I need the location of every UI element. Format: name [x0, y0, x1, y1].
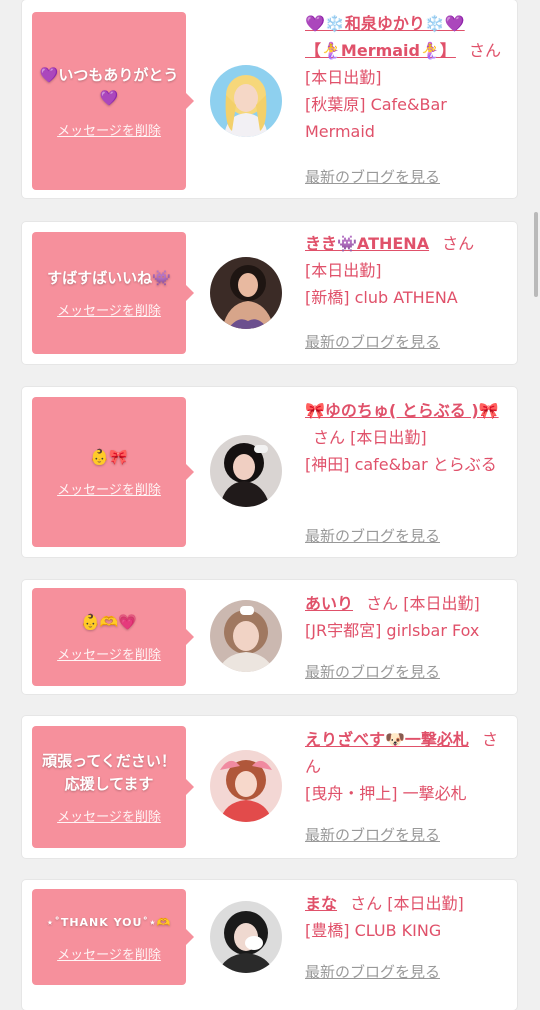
shop-name: [神田] cafe&bar とらぶる	[305, 455, 497, 474]
avatar[interactable]	[210, 435, 282, 507]
delete-message-button[interactable]: メッセージを削除	[57, 300, 161, 319]
list-item: すばすばいいね👾 メッセージを削除 きき👾ATHENA さん [本日出勤] [新…	[22, 222, 517, 364]
shop-name: [曳舟・押上] 一撃必札	[305, 784, 467, 803]
message-bubble: すばすばいいね👾 メッセージを削除	[32, 232, 194, 354]
list-item: 頑張ってください！応援してます メッセージを削除 えりざべす🐶一撃必札 さん […	[22, 716, 517, 858]
cast-name-link[interactable]: 🎀ゆのちゅ( とらぶる )🎀	[305, 401, 499, 420]
list-item: 💜いつもありがとう💜 メッセージを削除 💜❄️和泉ゆかり❄️💜【🧜‍♀️Merm…	[22, 0, 517, 198]
blog-link[interactable]: 最新のブログを見る	[305, 961, 440, 982]
work-status: [本日出勤]	[305, 68, 382, 87]
list-item: 👶🎀 メッセージを削除 🎀ゆのちゅ( とらぶる )🎀 さん [本日出勤] [神田…	[22, 387, 517, 557]
blog-link[interactable]: 最新のブログを見る	[305, 166, 440, 187]
blog-link[interactable]: 最新のブログを見る	[305, 331, 440, 352]
cast-name-link[interactable]: えりざべす🐶一撃必札	[305, 730, 469, 749]
avatar[interactable]	[210, 901, 282, 973]
honorific: さん	[313, 428, 346, 447]
delete-message-button[interactable]: メッセージを削除	[57, 644, 161, 663]
avatar[interactable]	[210, 257, 282, 329]
message-text: 💜いつもありがとう💜	[39, 65, 179, 107]
avatar-photo-icon	[210, 65, 282, 137]
delete-message-button[interactable]: メッセージを削除	[57, 479, 161, 498]
avatar[interactable]	[210, 600, 282, 672]
message-text: ⋆˚THANK YOU˚⋆🫶	[46, 916, 172, 929]
avatar-photo-icon	[210, 750, 282, 822]
cast-name-link[interactable]: きき👾ATHENA	[305, 234, 429, 253]
list-item: ⋆˚THANK YOU˚⋆🫶 メッセージを削除 まな さん [本日出勤] [豊橋…	[22, 880, 517, 1010]
message-text: 頑張ってください！応援してます	[42, 751, 176, 793]
avatar-photo-icon	[210, 257, 282, 329]
cast-name-link[interactable]: 💜❄️和泉ゆかり❄️💜【🧜‍♀️Mermaid🧜‍♀️】	[305, 14, 465, 60]
cast-name-link[interactable]: まな	[305, 894, 337, 913]
message-bubble: 💜いつもありがとう💜 メッセージを削除	[32, 12, 194, 190]
avatar[interactable]	[210, 750, 282, 822]
honorific: さん	[350, 894, 383, 913]
shop-name: [豊橋] CLUB KING	[305, 921, 442, 940]
avatar[interactable]	[210, 65, 282, 137]
cast-info: えりざべす🐶一撃必札 さん [曳舟・押上] 一撃必札	[305, 726, 505, 807]
cast-info: 🎀ゆのちゅ( とらぶる )🎀 さん [本日出勤] [神田] cafe&bar と…	[305, 397, 505, 478]
work-status: [本日出勤]	[305, 261, 382, 280]
delete-message-button[interactable]: メッセージを削除	[57, 120, 161, 139]
cast-name-link[interactable]: あいり	[305, 594, 353, 613]
honorific: さん	[366, 594, 399, 613]
shop-name: [JR宇都宮] girlsbar Fox	[305, 621, 480, 640]
honorific: さん	[469, 41, 502, 60]
delete-message-button[interactable]: メッセージを削除	[57, 944, 161, 963]
message-bubble: 頑張ってください！応援してます メッセージを削除	[32, 726, 194, 848]
honorific: さん	[442, 234, 475, 253]
cast-info: きき👾ATHENA さん [本日出勤] [新橋] club ATHENA	[305, 230, 505, 311]
cast-info: 💜❄️和泉ゆかり❄️💜【🧜‍♀️Mermaid🧜‍♀️】 さん [本日出勤] […	[305, 10, 505, 145]
list-item: 👶🫶💗 メッセージを削除 あいり さん [本日出勤] [JR宇都宮] girls…	[22, 580, 517, 694]
cast-info: まな さん [本日出勤] [豊橋] CLUB KING	[305, 890, 505, 944]
message-bubble: 👶🫶💗 メッセージを削除	[32, 588, 194, 686]
shop-name: [秋葉原] Cafe&Bar Mermaid	[305, 95, 447, 141]
blog-link[interactable]: 最新のブログを見る	[305, 824, 440, 845]
shop-name: [新橋] club ATHENA	[305, 288, 458, 307]
blog-link[interactable]: 最新のブログを見る	[305, 525, 440, 546]
message-bubble: ⋆˚THANK YOU˚⋆🫶 メッセージを削除	[32, 889, 194, 985]
avatar-photo-icon	[210, 435, 282, 507]
avatar-photo-icon	[210, 901, 282, 973]
message-text: すばすばいいね👾	[47, 269, 171, 287]
message-bubble: 👶🎀 メッセージを削除	[32, 397, 194, 547]
work-status: [本日出勤]	[403, 594, 480, 613]
message-text: 👶🫶💗	[80, 613, 138, 631]
delete-message-button[interactable]: メッセージを削除	[57, 806, 161, 825]
avatar-photo-icon	[210, 600, 282, 672]
scrollbar[interactable]	[534, 212, 538, 297]
cast-info: あいり さん [本日出勤] [JR宇都宮] girlsbar Fox	[305, 590, 505, 644]
work-status: [本日出勤]	[387, 894, 464, 913]
work-status: [本日出勤]	[350, 428, 427, 447]
blog-link[interactable]: 最新のブログを見る	[305, 661, 440, 682]
message-text: 👶🎀	[90, 448, 128, 466]
